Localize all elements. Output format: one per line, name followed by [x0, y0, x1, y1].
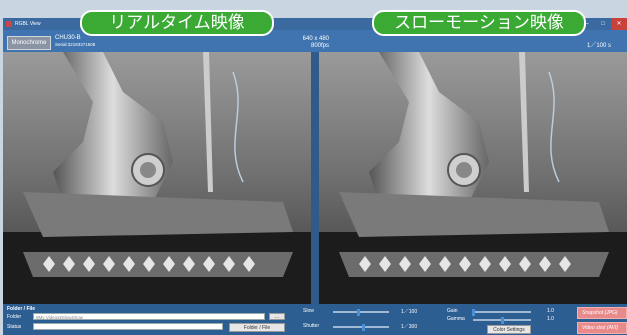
window-title: RGBL View	[15, 21, 41, 27]
fps-label: 800fps	[310, 43, 329, 49]
slowmotion-banner: スローモーション映像	[372, 10, 586, 36]
close-button[interactable]: ✕	[611, 18, 627, 30]
control-panel: Folder / File Folder ¥My Videos¥SlowShow…	[3, 304, 627, 335]
app-icon	[6, 21, 12, 27]
gain-slider[interactable]	[471, 308, 531, 316]
camera-serial: Serial:32183371608	[55, 42, 96, 47]
gain-label: Gain	[447, 308, 458, 314]
slow-slider[interactable]	[333, 308, 389, 316]
shutter-speed-display: 1／100 s	[587, 43, 612, 49]
shutter-slider-thumb[interactable]	[362, 323, 366, 331]
maximize-button[interactable]: □	[595, 18, 611, 30]
gamma-value: 1.0	[547, 316, 554, 322]
gain-slider-thumb[interactable]	[471, 308, 475, 316]
monochrome-button[interactable]: Monochrome	[7, 36, 51, 50]
slowmotion-video-view	[319, 52, 627, 304]
resolution-label: 640 x 480	[302, 36, 329, 42]
browse-button[interactable]: ...	[269, 313, 285, 320]
folder-file-button[interactable]: Folder / File	[229, 323, 285, 332]
realtime-banner: リアルタイム映像	[80, 10, 274, 36]
gamma-label: Gamma	[447, 316, 465, 322]
shutter-value: 1／300	[401, 324, 418, 330]
slow-slider-thumb[interactable]	[356, 308, 360, 316]
slow-value: 1／100	[401, 309, 418, 315]
slowmotion-video-frame	[319, 52, 627, 304]
status-label: Status	[7, 324, 22, 330]
video-shot-button[interactable]: Video shot (AVI)	[577, 322, 627, 334]
folder-file-title: Folder / File	[7, 306, 36, 312]
color-settings-button[interactable]: Color Settings	[487, 325, 531, 334]
shutter-slider[interactable]	[333, 323, 389, 331]
realtime-video-view	[3, 52, 311, 304]
folder-label: Folder	[7, 314, 22, 320]
status-field[interactable]	[33, 323, 223, 330]
gamma-slider[interactable]	[473, 316, 531, 324]
gain-value: 1.0	[547, 308, 554, 314]
app-window: RGBL View – □ ✕ Monochrome CHU30-B Seria…	[3, 18, 627, 335]
slow-label: Slow	[303, 308, 314, 314]
realtime-video-frame	[3, 52, 311, 304]
shutter-label: Shutter	[303, 323, 320, 329]
folder-path-field[interactable]: ¥My Videos¥SlowShow	[33, 313, 265, 320]
gamma-slider-thumb[interactable]	[500, 316, 504, 324]
camera-model: CHU30-B	[55, 35, 81, 41]
snapshot-button[interactable]: Snapshot (JPG)	[577, 307, 627, 319]
